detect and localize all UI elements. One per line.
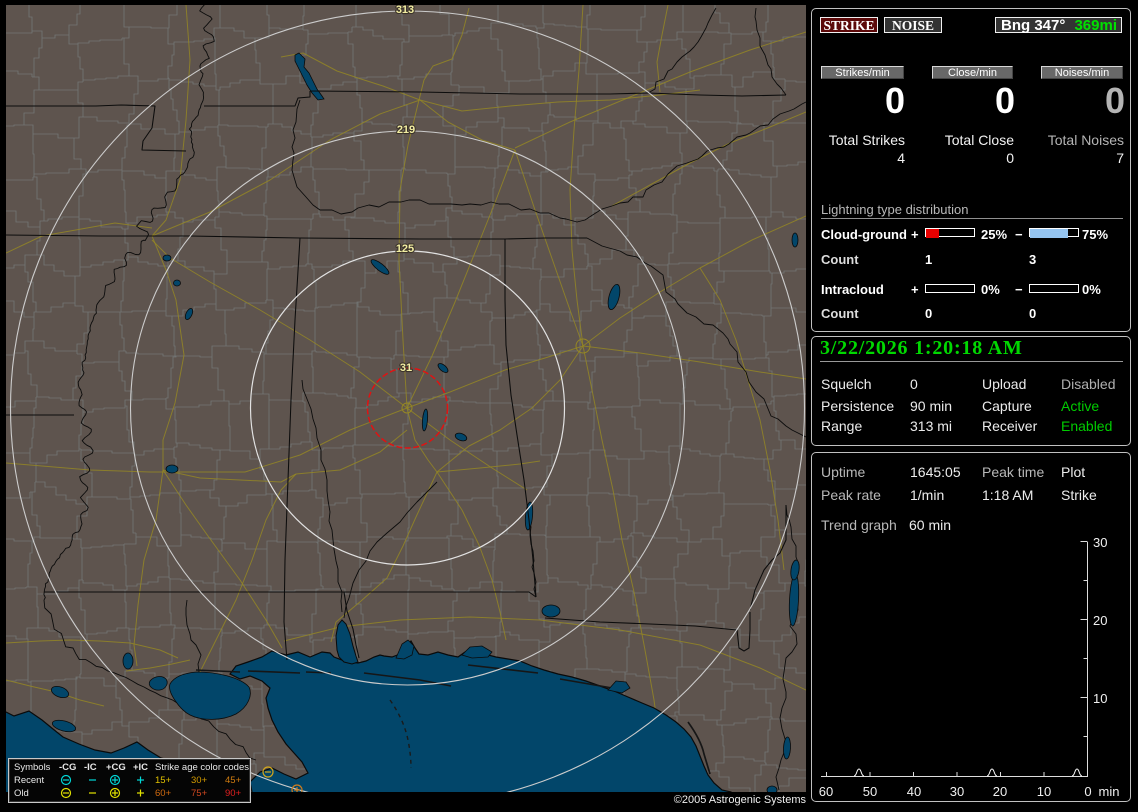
svg-text:30: 30 bbox=[1093, 535, 1107, 550]
svg-text:313: 313 bbox=[396, 5, 414, 16]
svg-text:10: 10 bbox=[1093, 691, 1107, 706]
svg-text:0: 0 bbox=[1084, 784, 1091, 799]
svg-text:40: 40 bbox=[907, 784, 921, 799]
svg-text:219: 219 bbox=[397, 124, 415, 136]
svg-text:20: 20 bbox=[1093, 613, 1107, 628]
svg-text:min: min bbox=[1099, 784, 1120, 799]
svg-text:60: 60 bbox=[819, 784, 833, 799]
svg-text:30: 30 bbox=[950, 784, 964, 799]
svg-text:20: 20 bbox=[993, 784, 1007, 799]
svg-text:50: 50 bbox=[863, 784, 877, 799]
svg-text:125: 125 bbox=[396, 243, 414, 255]
svg-text:10: 10 bbox=[1037, 784, 1051, 799]
svg-text:31: 31 bbox=[400, 362, 412, 374]
